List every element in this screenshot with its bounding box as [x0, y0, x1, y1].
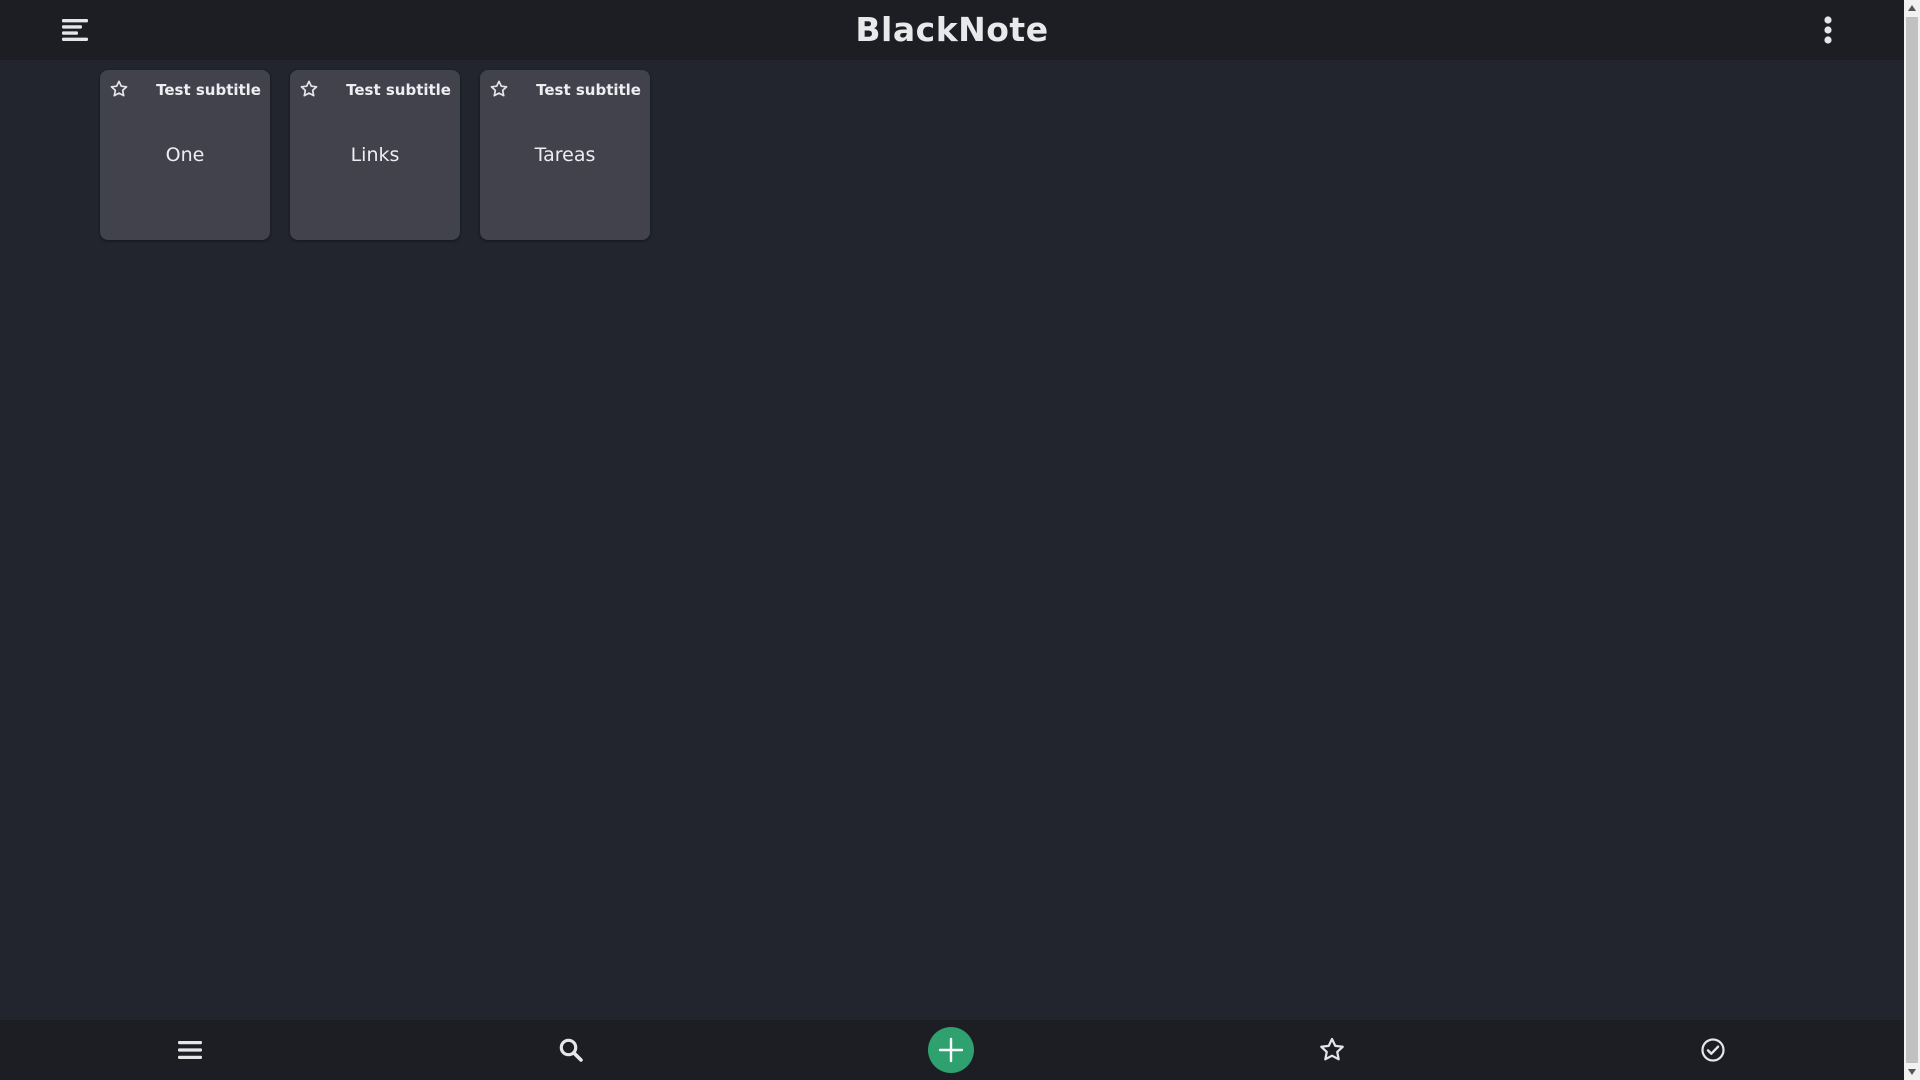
note-title: Links [350, 144, 400, 166]
note-card[interactable]: Test subtitle Links [290, 70, 460, 240]
app-root: BlackNote Test subtitle One Test subtitl… [0, 0, 1920, 1080]
favorite-star-icon[interactable] [299, 79, 319, 99]
add-note-button[interactable] [928, 1027, 974, 1073]
favorite-star-icon[interactable] [109, 79, 129, 99]
nav-search-button[interactable] [555, 1034, 587, 1066]
nav-favorites-button[interactable] [1316, 1034, 1348, 1066]
check-circle-icon [1701, 1038, 1725, 1062]
nav-menu-button[interactable] [174, 1034, 206, 1066]
drawer-toggle-button[interactable] [58, 16, 92, 44]
nav-completed-button[interactable] [1697, 1034, 1729, 1066]
menu-icon [178, 1041, 202, 1059]
note-subtitle: Test subtitle [536, 81, 641, 99]
scrollbar-thumb[interactable] [1906, 17, 1918, 1063]
scroll-down-arrow-icon[interactable] [1904, 1064, 1920, 1080]
bottom-nav-bar [0, 1020, 1904, 1080]
note-subtitle: Test subtitle [156, 81, 261, 99]
note-card[interactable]: Test subtitle One [100, 70, 270, 240]
search-icon [559, 1038, 583, 1062]
notes-grid: Test subtitle One Test subtitle Links Te… [100, 70, 650, 240]
app-title: BlackNote [855, 10, 1049, 49]
note-title: One [165, 144, 205, 166]
star-icon [1320, 1037, 1344, 1061]
more-options-button[interactable] [1814, 12, 1842, 48]
vertical-scrollbar[interactable] [1904, 0, 1920, 1080]
top-app-bar: BlackNote [0, 0, 1904, 60]
note-card[interactable]: Test subtitle Tareas [480, 70, 650, 240]
content-area: BlackNote Test subtitle One Test subtitl… [0, 0, 1904, 1080]
scroll-up-arrow-icon[interactable] [1904, 0, 1920, 16]
hamburger-menu-icon [62, 19, 88, 41]
note-title: Tareas [534, 144, 596, 166]
more-vertical-icon [1824, 16, 1832, 44]
favorite-star-icon[interactable] [489, 79, 509, 99]
note-subtitle: Test subtitle [346, 81, 451, 99]
add-icon [938, 1037, 964, 1063]
